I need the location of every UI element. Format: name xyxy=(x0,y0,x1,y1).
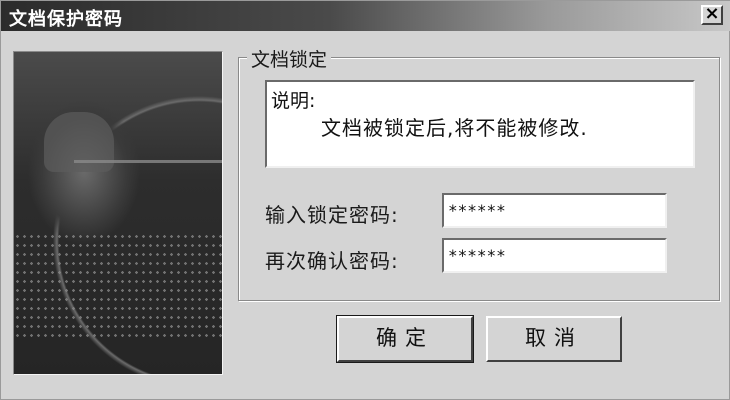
figure-silhouette xyxy=(44,112,114,172)
ok-button[interactable]: 确定 xyxy=(336,315,474,363)
cancel-button[interactable]: 取消 xyxy=(486,316,622,362)
description-text: 文档被锁定后,将不能被修改. xyxy=(321,116,588,140)
description-heading: 说明: xyxy=(271,90,316,112)
confirm-password-input[interactable] xyxy=(442,238,667,273)
lock-password-label: 输入锁定密码: xyxy=(265,203,399,227)
window-title: 文档保护密码 xyxy=(9,9,123,30)
close-button[interactable]: × xyxy=(701,5,723,25)
description-box: 说明: 文档被锁定后,将不能被修改. xyxy=(265,80,695,168)
light-streak xyxy=(74,160,222,163)
dot-pattern xyxy=(14,232,222,342)
title-bar[interactable]: 文档保护密码 × xyxy=(1,1,730,31)
close-icon: × xyxy=(704,3,720,24)
decorative-image xyxy=(13,51,223,375)
confirm-password-label: 再次确认密码: xyxy=(265,249,399,273)
lock-password-input[interactable] xyxy=(442,193,667,228)
lock-password-dialog: 文档保护密码 × 文档锁定 说明: 文档被锁定后,将不能被修改. 输入锁定密码:… xyxy=(0,0,730,400)
group-title: 文档锁定 xyxy=(247,45,332,72)
